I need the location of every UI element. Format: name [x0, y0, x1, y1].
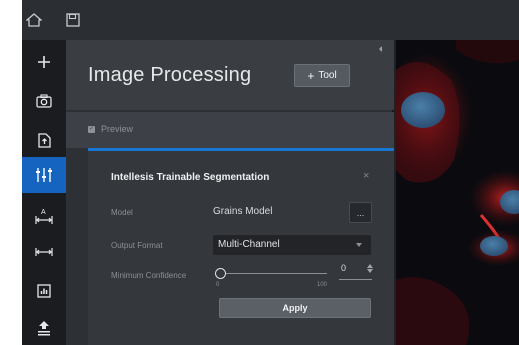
model-label: Model [111, 208, 133, 217]
model-value: Grains Model [213, 206, 273, 217]
preview-row: ✓ Preview [66, 112, 394, 148]
stepper-down-icon[interactable] [367, 269, 373, 273]
slider-min-label: 0 [216, 282, 220, 288]
processing-sliders-icon[interactable] [22, 157, 66, 193]
output-format-select[interactable]: Multi-Channel [213, 235, 371, 255]
camera-icon[interactable] [22, 83, 66, 119]
home-icon[interactable] [24, 10, 44, 30]
confidence-slider-track[interactable] [223, 273, 327, 274]
browse-model-button[interactable]: ... [349, 202, 372, 223]
confidence-slider-thumb[interactable] [215, 268, 226, 279]
add-tool-label: Tool [318, 70, 337, 81]
preview-label: Preview [101, 124, 134, 134]
min-confidence-label: Minimum Confidence [111, 271, 187, 280]
confidence-input-underline [339, 279, 372, 280]
fluorescence-cell-image [396, 40, 519, 345]
panel-header: Image Processing + Tool [66, 40, 394, 110]
output-format-label: Output Format [111, 241, 163, 250]
image-viewer[interactable] [396, 40, 519, 345]
confidence-input[interactable]: 0 [341, 263, 346, 273]
stepper-up-icon[interactable] [367, 264, 373, 268]
image-processing-panel: Image Processing + Tool ✓ Preview Intell… [66, 40, 394, 345]
plus-icon: + [307, 68, 315, 83]
bar-chart-icon[interactable] [22, 273, 66, 309]
tool-card-title: Intellesis Trainable Segmentation [111, 172, 270, 183]
confidence-stepper[interactable] [366, 264, 374, 276]
measure-icon[interactable] [22, 234, 66, 270]
left-toolbar: A [22, 40, 66, 345]
scale-text-icon[interactable]: A [22, 198, 66, 234]
segmentation-tool-card: Intellesis Trainable Segmentation × Mode… [88, 151, 394, 345]
chevron-down-icon [356, 243, 362, 247]
export-icon[interactable] [22, 310, 66, 345]
close-icon[interactable]: × [363, 170, 369, 182]
add-tool-button[interactable]: + Tool [294, 64, 350, 87]
output-format-value: Multi-Channel [218, 239, 280, 250]
file-import-icon[interactable] [22, 122, 66, 158]
scale-text-letter: A [41, 209, 46, 216]
save-icon[interactable] [63, 10, 83, 30]
apply-button[interactable]: Apply [219, 298, 371, 318]
app-window: A Image Processing + Tool ✓ Preview Inte… [22, 0, 519, 345]
panel-title: Image Processing [88, 64, 252, 86]
collapse-panel-icon[interactable] [379, 46, 382, 52]
add-tool-icon[interactable] [22, 44, 66, 80]
slider-max-label: 100 [317, 282, 328, 288]
top-bar [22, 0, 519, 40]
preview-checkbox[interactable]: ✓ [88, 126, 95, 133]
